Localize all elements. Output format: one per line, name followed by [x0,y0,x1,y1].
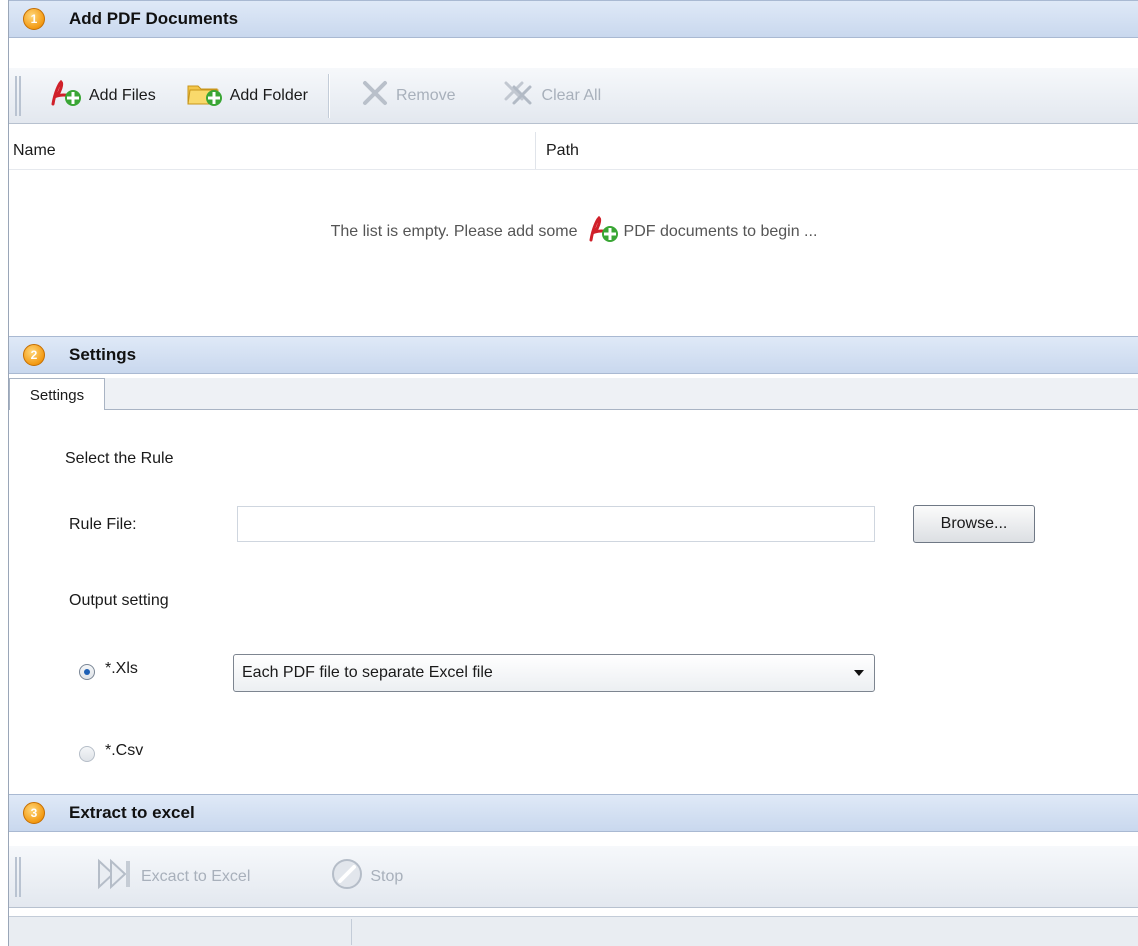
step-3-badge: 3 [23,802,45,824]
toolbar-grip[interactable] [15,75,21,116]
folder-add-icon [186,78,224,113]
xls-radio[interactable] [79,664,95,680]
xls-output-selected: Each PDF file to separate Excel file [242,664,493,681]
section-settings-title: Settings [69,345,137,364]
extract-label: Excact to Excel [141,867,251,885]
csv-radio[interactable] [79,746,95,762]
settings-panel: Select the Rule Rule File: Browse... Out… [9,410,1138,790]
extract-toolbar: Excact to Excel Stop [9,846,1138,908]
output-setting-heading: Output setting [69,592,169,609]
chevron-down-icon [854,670,864,676]
stop-label: Stop [370,867,404,885]
section-extract-title: Extract to excel [69,803,195,822]
settings-tab-strip: Settings [9,378,1138,411]
section-extract-header: 3 Extract to excel [9,794,1138,832]
empty-message-text-2: PDF documents to begin ... [623,222,818,240]
empty-list-message: The list is empty. Please add some PDF d… [9,214,1138,249]
browse-button[interactable]: Browse... [913,505,1035,543]
clear-all-label: Clear All [541,86,602,104]
clear-all-button[interactable]: Clear All [494,76,610,116]
list-header: Name Path [9,132,1138,170]
remove-icon [360,79,390,112]
documents-toolbar: Add Files Add Folder Remove Clear All [9,68,1138,124]
section-settings-header: 2 Settings [9,336,1138,374]
stop-button[interactable]: Stop [322,857,411,897]
documents-list[interactable]: Name Path The list is empty. Please add … [9,132,1138,330]
toolbar-grip[interactable] [15,856,21,897]
empty-message-text: The list is empty. Please add some [330,222,578,240]
pdf-add-icon [47,78,83,113]
remove-button[interactable]: Remove [352,76,464,116]
add-folder-label: Add Folder [229,86,308,104]
add-files-label: Add Files [89,86,156,104]
stop-icon [330,857,364,896]
section-add-pdf-title: Add PDF Documents [69,9,239,28]
extract-to-excel-button[interactable]: Excact to Excel [87,857,258,897]
status-divider [351,919,352,945]
select-rule-heading: Select the Rule [65,450,174,467]
remove-label: Remove [395,86,456,104]
column-header-path[interactable]: Path [536,132,1138,169]
xls-radio-label[interactable]: *.Xls [105,660,138,678]
column-header-name[interactable]: Name [9,132,536,169]
section-add-pdf-header: 1 Add PDF Documents [9,0,1138,38]
step-1-badge: 1 [23,8,45,30]
rule-file-input[interactable] [237,506,875,542]
clear-all-icon [502,79,536,112]
extract-icon [95,857,135,896]
status-bar [9,916,1138,946]
browse-label: Browse... [940,515,1008,532]
add-files-button[interactable]: Add Files [39,76,164,116]
csv-radio-label[interactable]: *.Csv [105,742,143,760]
pdf-add-icon [586,214,620,249]
xls-output-select[interactable]: Each PDF file to separate Excel file [233,654,875,692]
tab-settings[interactable]: Settings [9,378,105,411]
app-window: 1 Add PDF Documents Add Files Add Folder… [8,0,1138,946]
add-folder-button[interactable]: Add Folder [178,76,316,116]
step-2-badge: 2 [23,344,45,366]
rule-file-label: Rule File: [69,516,137,533]
toolbar-separator [327,73,330,118]
